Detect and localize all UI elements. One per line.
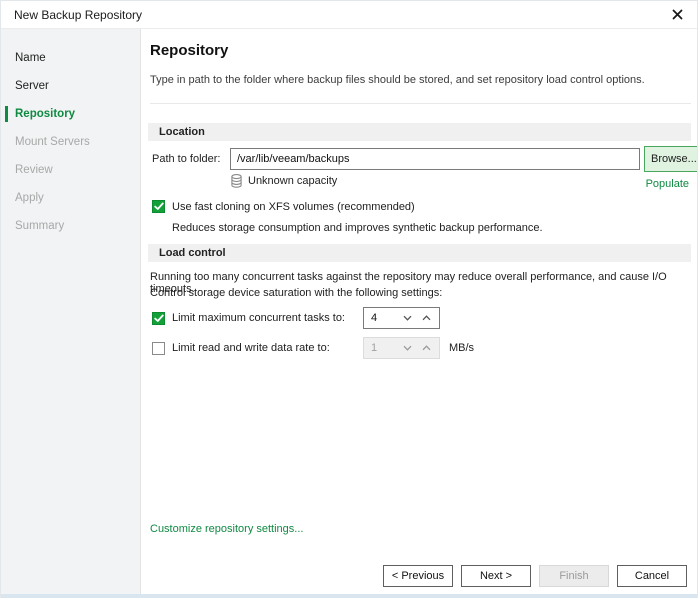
capacity-text: Unknown capacity [248,175,337,187]
wizard-steps-sidebar: Name Server Repository Mount Servers Rev… [1,29,141,594]
rate-unit-label: MB/s [449,337,474,359]
load-control-section-label: Load control [159,247,226,259]
fast-clone-row: Use fast cloning on XFS volumes (recomme… [152,200,415,213]
limit-tasks-checkbox[interactable] [152,312,165,325]
sidebar-item-name[interactable]: Name [1,44,140,72]
storage-database-icon [230,174,243,188]
sidebar-item-mount-servers: Mount Servers [1,128,140,156]
limit-rate-label: Limit read and write data rate to: [172,337,345,359]
populate-link[interactable]: Populate [646,178,689,190]
title-bar: New Backup Repository [1,1,697,29]
new-backup-repository-dialog: New Backup Repository Name Server Reposi… [0,0,698,598]
limit-tasks-row: Limit maximum concurrent tasks to: 4 [152,307,345,329]
tasks-count-spinner[interactable]: 4 [363,307,440,329]
fast-clone-note: Reduces storage consumption and improves… [172,222,543,234]
limit-rate-checkbox[interactable] [152,342,165,355]
capacity-status: Unknown capacity [230,174,337,188]
spinner-up-icon[interactable] [422,315,431,321]
fast-clone-label: Use fast cloning on XFS volumes (recomme… [172,201,415,213]
window-title: New Backup Repository [14,8,669,22]
main-content: Repository Type in path to the folder wh… [141,29,697,594]
close-icon[interactable] [669,7,685,23]
header-divider [150,103,691,104]
window-bottom-edge [1,594,697,598]
spinner-down-icon[interactable] [403,315,412,321]
location-section-label: Location [159,126,205,138]
tasks-count-value: 4 [364,312,403,324]
cancel-button[interactable]: Cancel [617,565,687,587]
path-to-folder-input[interactable] [230,148,640,170]
limit-rate-row: Limit read and write data rate to: 1 MB/… [152,337,345,359]
browse-button[interactable]: Browse... [644,146,697,172]
load-control-description-line2: Control storage device saturation with t… [150,287,442,299]
page-title: Repository [150,42,228,59]
finish-button: Finish [539,565,609,587]
next-button[interactable]: Next > [461,565,531,587]
customize-repository-settings-link[interactable]: Customize repository settings... [150,523,303,535]
rate-value: 1 [364,342,403,354]
path-to-folder-label: Path to folder: [152,148,221,170]
wizard-buttons: < Previous Next > Finish Cancel [383,565,687,587]
fast-clone-checkbox[interactable] [152,200,165,213]
page-subtitle: Type in path to the folder where backup … [150,74,645,86]
sidebar-item-apply: Apply [1,184,140,212]
sidebar-item-summary: Summary [1,212,140,240]
limit-tasks-label: Limit maximum concurrent tasks to: [172,307,345,329]
location-section-header: Location [148,123,691,141]
load-control-section-header: Load control [148,244,691,262]
sidebar-item-repository[interactable]: Repository [1,100,140,128]
rate-value-spinner: 1 [363,337,440,359]
previous-button[interactable]: < Previous [383,565,453,587]
spinner-up-icon [422,345,431,351]
spinner-down-icon [403,345,412,351]
sidebar-item-server[interactable]: Server [1,72,140,100]
sidebar-item-review: Review [1,156,140,184]
